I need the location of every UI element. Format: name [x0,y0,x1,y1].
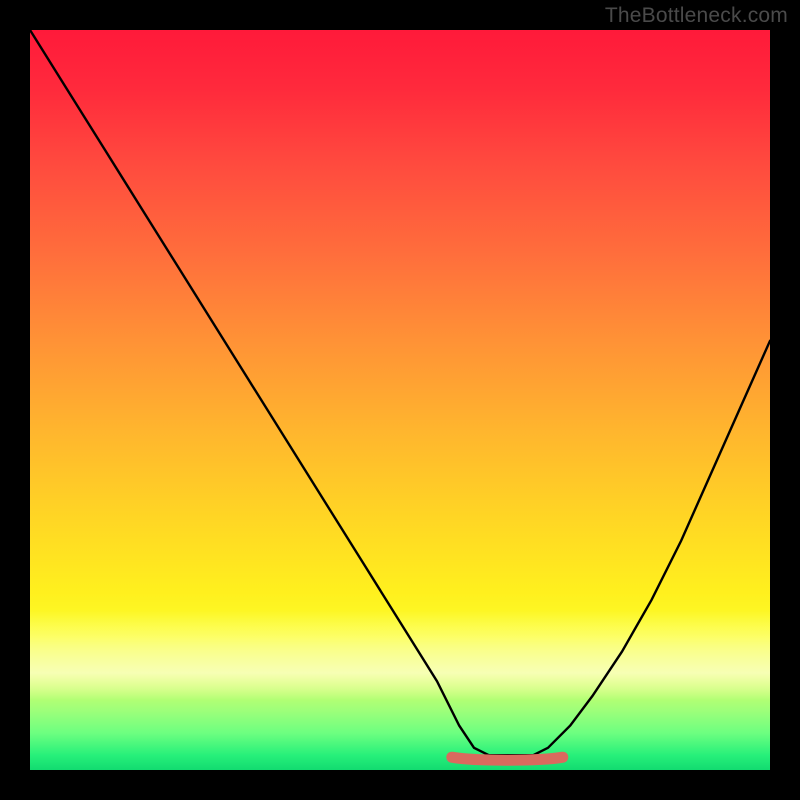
chart-frame: TheBottleneck.com [0,0,800,800]
bottleneck-curve [30,30,770,755]
plot-area [30,30,770,770]
watermark-text: TheBottleneck.com [605,4,788,28]
green-zone-marker [452,757,563,760]
curve-layer [30,30,770,770]
